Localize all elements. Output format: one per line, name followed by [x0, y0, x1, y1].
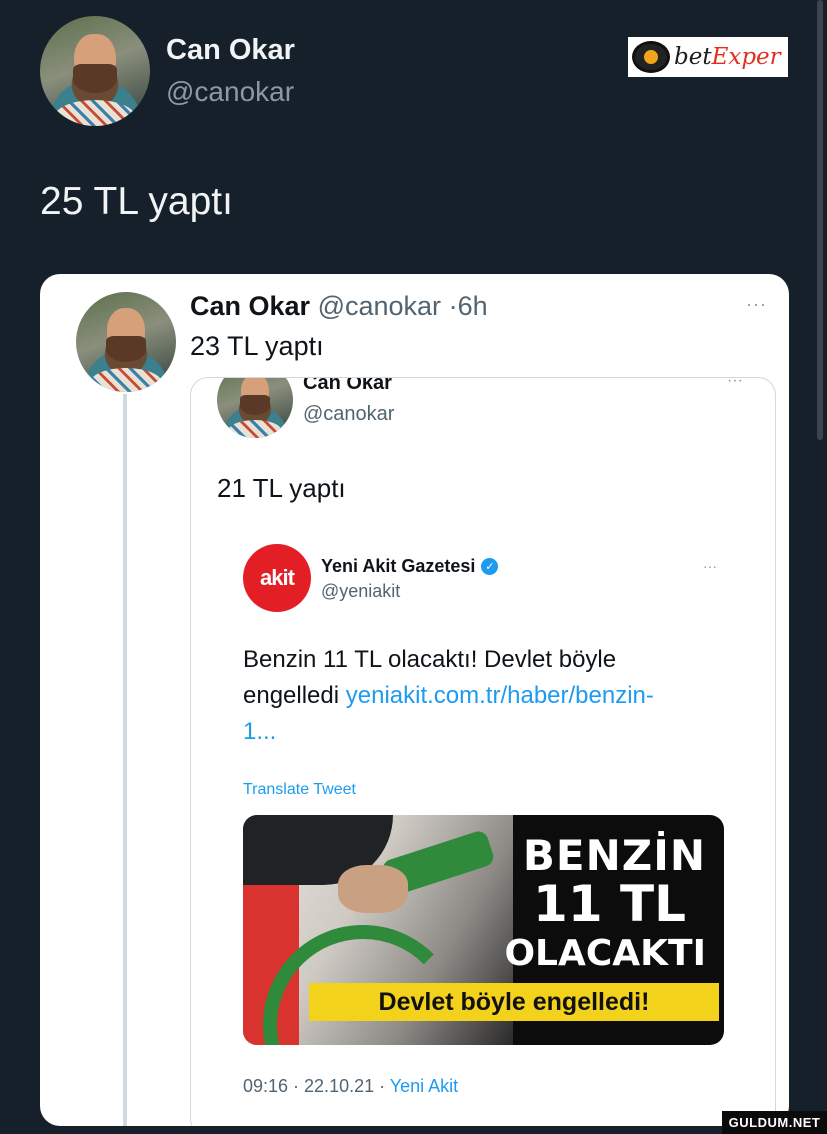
more-options-icon[interactable]: ···	[703, 558, 717, 574]
verified-badge-icon: ✓	[481, 558, 499, 575]
akit-timestamp[interactable]: 09:16 · 22.10.21 ·	[243, 1076, 390, 1096]
quoted-handle[interactable]: @canokar	[318, 291, 441, 321]
hand	[338, 865, 408, 913]
betexper-logo: bet Exper	[628, 37, 788, 77]
scrollbar[interactable]	[817, 0, 823, 440]
image-banner: Devlet böyle engelledi!	[309, 983, 719, 1021]
nested-handle[interactable]: @canokar	[303, 403, 394, 426]
akit-source[interactable]: Yeni Akit	[390, 1076, 458, 1096]
akit-avatar[interactable]: akit	[243, 544, 311, 612]
more-options-icon[interactable]: ···	[727, 378, 743, 390]
avatar-beard	[106, 336, 146, 362]
nested-tweet-card[interactable]: Can Okar @canokar ··· 21 TL yaptı akit Y…	[190, 377, 776, 1126]
akit-handle[interactable]: @yeniakit	[321, 581, 400, 602]
coin-icon	[632, 41, 670, 73]
quoted-display-name[interactable]: Can Okar	[190, 291, 310, 321]
image-headline-3: OLACAKTI	[504, 933, 706, 974]
tweet-text: 25 TL yaptı	[40, 180, 233, 223]
top-handle[interactable]: @canokar	[166, 76, 294, 108]
nested-avatar[interactable]	[217, 378, 293, 438]
avatar-beard	[73, 64, 117, 93]
quoted-header: Can Okar @canokar ·6h	[190, 291, 488, 322]
more-options-icon[interactable]: ···	[746, 294, 767, 315]
quoted-avatar[interactable]	[76, 292, 176, 392]
nested-display-name[interactable]: Can Okar	[303, 378, 392, 395]
logo-text-bet: bet	[674, 44, 712, 70]
top-display-name[interactable]: Can Okar	[166, 34, 295, 67]
avatar-beard	[239, 395, 271, 416]
quoted-tweet-card[interactable]: Can Okar @canokar ·6h ··· 23 TL yaptı Ca…	[40, 274, 789, 1126]
logo-text-exper: Exper	[711, 44, 781, 70]
watermark: GULDUM.NET	[722, 1111, 827, 1134]
akit-tweet-body: Benzin 11 TL olacaktı! Devlet böyle enge…	[243, 642, 683, 750]
akit-display-name-row: Yeni Akit Gazetesi ✓	[321, 556, 499, 577]
akit-display-name[interactable]: Yeni Akit Gazetesi	[321, 556, 475, 577]
akit-footer: 09:16 · 22.10.21 · Yeni Akit	[243, 1076, 458, 1097]
news-image[interactable]: BENZİN 11 TL OLACAKTI Devlet böyle engel…	[243, 815, 724, 1045]
image-headline-1: BENZİN	[522, 831, 706, 880]
avatar-shirt	[55, 99, 135, 126]
nested-tweet-text: 21 TL yaptı	[217, 473, 346, 503]
top-avatar[interactable]	[40, 16, 150, 126]
image-headline-2: 11 TL	[533, 875, 686, 933]
quoted-separator: ·	[448, 291, 458, 321]
quoted-time[interactable]: 6h	[458, 291, 488, 321]
avatar-shirt	[90, 368, 162, 392]
quoted-tweet-text: 23 TL yaptı	[190, 331, 324, 361]
translate-tweet-link[interactable]: Translate Tweet	[243, 781, 356, 799]
thread-line	[123, 394, 127, 1126]
avatar-shirt	[227, 419, 283, 438]
